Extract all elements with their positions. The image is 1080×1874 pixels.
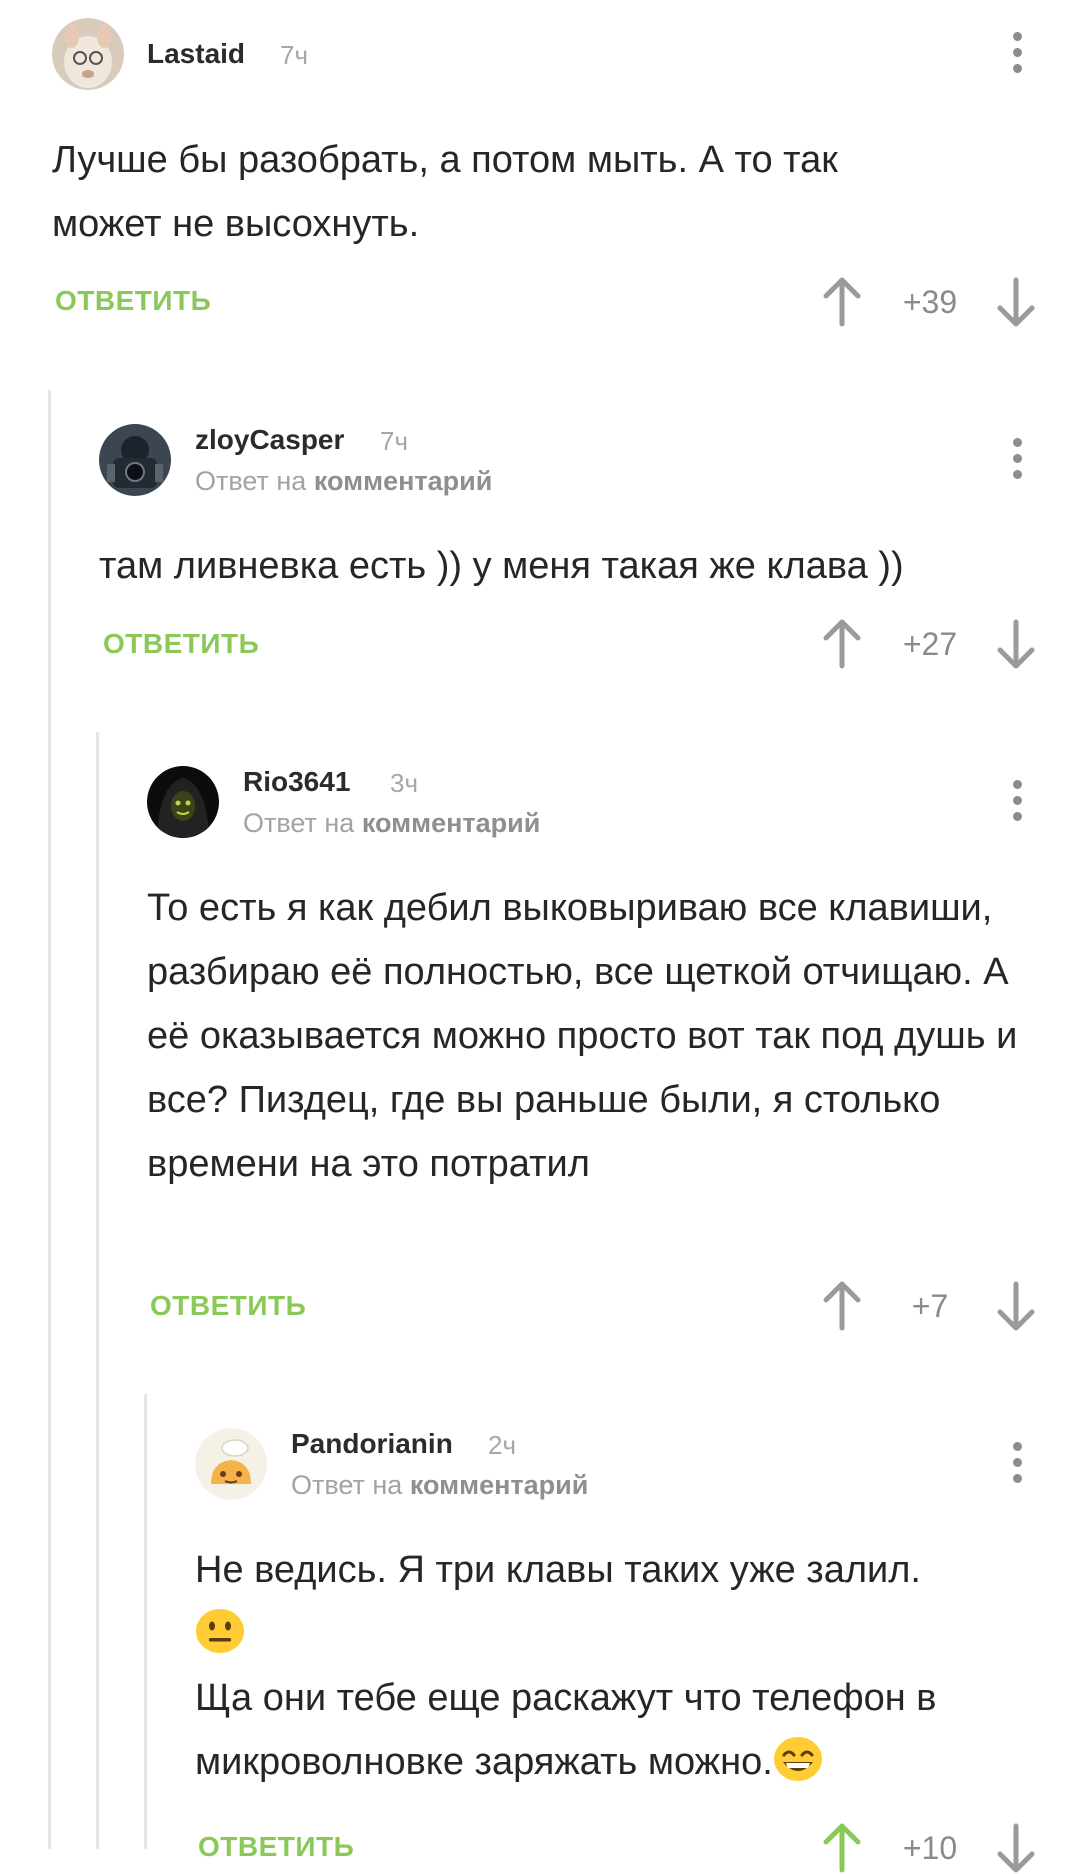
downvote-arrow-icon[interactable] bbox=[996, 276, 1036, 328]
reply-to-label[interactable]: Ответ на комментарий bbox=[195, 466, 492, 497]
reply-button[interactable]: ОТВЕТИТЬ bbox=[103, 628, 259, 660]
vote-score: +39 bbox=[902, 284, 958, 320]
upvote-arrow-icon[interactable] bbox=[822, 276, 862, 328]
avatar[interactable] bbox=[52, 18, 124, 90]
reply-button[interactable]: ОТВЕТИТЬ bbox=[55, 285, 211, 317]
comment-text-line-with-emoji: Ща они тебе еще раскажут что телефон в м… bbox=[195, 1666, 1035, 1794]
downvote-arrow-icon[interactable] bbox=[996, 1822, 1036, 1874]
more-options-icon[interactable] bbox=[1002, 780, 1032, 830]
upvote-arrow-icon[interactable] bbox=[822, 1280, 862, 1332]
reply-to-prefix: Ответ на bbox=[243, 808, 355, 838]
username[interactable]: zloyCasper bbox=[195, 424, 344, 456]
avatar[interactable] bbox=[99, 424, 171, 496]
comment-text-line: Не ведись. Я три клавы таких уже залил. bbox=[195, 1549, 921, 1591]
timestamp: 2ч bbox=[488, 1430, 517, 1460]
username[interactable]: Lastaid bbox=[147, 38, 245, 70]
reply-to-label[interactable]: Ответ на комментарий bbox=[243, 808, 540, 839]
avatar[interactable] bbox=[147, 766, 219, 838]
timestamp: 7ч bbox=[280, 40, 309, 70]
thread-line[interactable] bbox=[144, 1394, 147, 1849]
reply-to-target[interactable]: комментарий bbox=[362, 808, 541, 838]
comment-text: Не ведись. Я три клавы таких уже залил. … bbox=[195, 1538, 1035, 1794]
reply-button[interactable]: ОТВЕТИТЬ bbox=[198, 1831, 354, 1863]
reply-button[interactable]: ОТВЕТИТЬ bbox=[150, 1290, 306, 1322]
comment-text: там ливневка есть )) у меня такая же кла… bbox=[99, 545, 904, 587]
comment-text-line: Ща они тебе еще раскажут что телефон в м… bbox=[195, 1677, 937, 1783]
upvote-arrow-icon[interactable] bbox=[822, 1822, 862, 1874]
emoji-row bbox=[195, 1602, 1035, 1666]
photographer-avatar-icon bbox=[99, 424, 171, 496]
more-options-icon[interactable] bbox=[1002, 1442, 1032, 1492]
thread-line[interactable] bbox=[48, 390, 51, 1849]
thread-line[interactable] bbox=[96, 732, 99, 1849]
reply-to-label[interactable]: Ответ на комментарий bbox=[291, 1470, 588, 1501]
hooded-figure-avatar-icon bbox=[147, 766, 219, 838]
avatar[interactable] bbox=[195, 1428, 267, 1500]
downvote-arrow-icon[interactable] bbox=[996, 618, 1036, 670]
reply-to-target[interactable]: комментарий bbox=[314, 466, 493, 496]
more-options-icon[interactable] bbox=[1002, 438, 1032, 488]
reply-to-target[interactable]: комментарий bbox=[410, 1470, 589, 1500]
comment-text: Лучше бы разобрать, а потом мыть. А то т… bbox=[52, 139, 838, 245]
upvote-arrow-icon[interactable] bbox=[822, 618, 862, 670]
username[interactable]: Rio3641 bbox=[243, 766, 350, 798]
vote-score: +27 bbox=[902, 626, 958, 662]
neutral-face-emoji-icon bbox=[196, 1609, 244, 1653]
downvote-arrow-icon[interactable] bbox=[996, 1280, 1036, 1332]
vote-score: +7 bbox=[911, 1288, 949, 1324]
dog-avatar-icon bbox=[52, 18, 124, 90]
timestamp: 7ч bbox=[380, 426, 409, 456]
username[interactable]: Pandorianin bbox=[291, 1428, 453, 1460]
cartoon-chef-avatar-icon bbox=[195, 1428, 267, 1500]
timestamp: 3ч bbox=[390, 768, 419, 798]
reply-to-prefix: Ответ на bbox=[195, 466, 307, 496]
reply-to-prefix: Ответ на bbox=[291, 1470, 403, 1500]
comment-text: То есть я как дебил выковыриваю все клав… bbox=[147, 887, 1018, 1185]
more-options-icon[interactable] bbox=[1002, 32, 1032, 82]
grinning-face-emoji-icon bbox=[773, 1737, 822, 1781]
